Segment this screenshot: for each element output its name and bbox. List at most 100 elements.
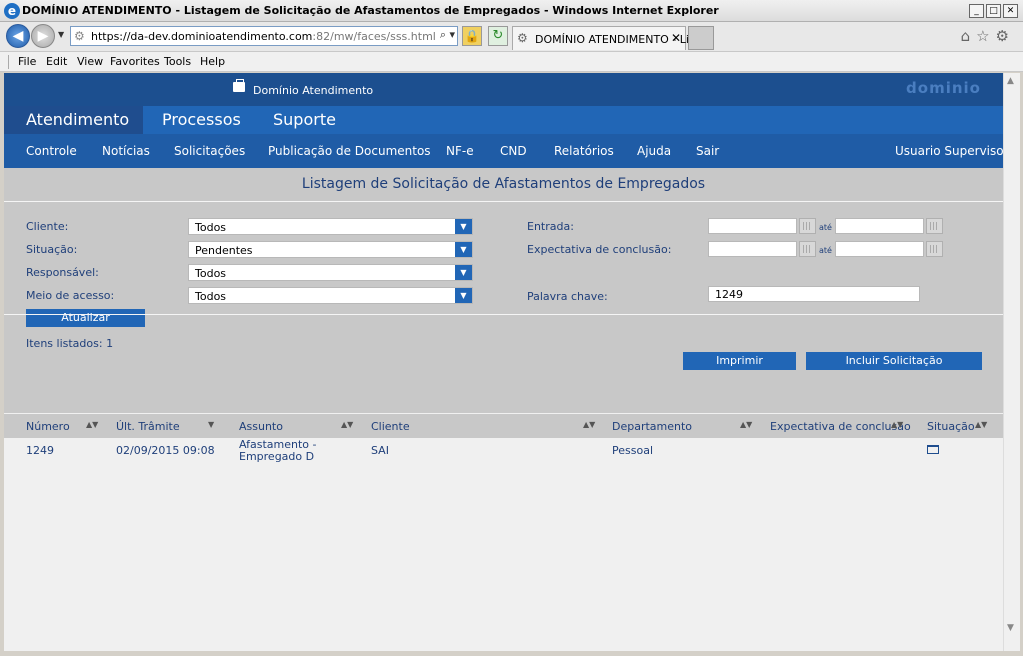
page-content: Domínio Atendimento dominio Atendimento …	[4, 73, 1003, 651]
imprimir-button[interactable]: Imprimir	[683, 352, 796, 370]
menu-view[interactable]: View	[77, 55, 103, 68]
search-dropdown-icon[interactable]: ⌕ ▾	[440, 28, 455, 42]
calendar-icon[interactable]	[926, 218, 943, 234]
subnav-controle[interactable]: Controle	[26, 144, 77, 158]
calendar-icon[interactable]	[926, 241, 943, 257]
forward-button[interactable]: ▶	[31, 24, 55, 48]
meio-select[interactable]: Todos ▼	[188, 287, 473, 304]
address-bar-area: ◀ ▶ ▼ ⚙ https://da-dev.dominioatendiment…	[0, 22, 1023, 52]
history-dropdown-icon[interactable]: ▼	[58, 30, 64, 39]
table-row[interactable]: 1249 02/09/2015 09:08 Afastamento - Empr…	[4, 438, 1003, 464]
subnav-sair[interactable]: Sair	[696, 144, 719, 158]
scroll-down-icon[interactable]: ▼	[1007, 623, 1014, 633]
user-name[interactable]: Usuario Supervisor	[895, 144, 1003, 158]
items-count: Itens listados: 1	[26, 337, 114, 350]
subnav-relatorios[interactable]: Relatórios	[554, 144, 614, 158]
palavra-chave-input[interactable]: 1249	[708, 286, 920, 302]
menu-separator	[8, 55, 10, 69]
sort-icon[interactable]: ▲▼	[975, 420, 987, 429]
chevron-down-icon: ▼	[455, 265, 472, 280]
top-navigation: Atendimento Processos Suporte	[4, 106, 1003, 134]
col-numero[interactable]: Número	[26, 420, 70, 433]
sort-icon[interactable]: ▲▼	[891, 420, 903, 429]
scroll-up-icon[interactable]: ▲	[1007, 76, 1014, 86]
window-title-bar: e DOMÍNIO ATENDIMENTO - Listagem de Soli…	[0, 0, 1023, 22]
menu-favorites[interactable]: Favorites	[110, 55, 160, 68]
menu-edit[interactable]: Edit	[46, 55, 67, 68]
new-tab-button[interactable]	[688, 26, 714, 50]
col-tramite[interactable]: Últ. Trâmite	[116, 420, 180, 433]
ate-label: até	[819, 246, 832, 255]
cell-numero[interactable]: 1249	[26, 445, 54, 457]
subnav-solicitacoes[interactable]: Solicitações	[174, 144, 245, 158]
responsavel-label: Responsável:	[26, 266, 99, 279]
vertical-scrollbar[interactable]: ▲ ▼	[1003, 73, 1020, 651]
sort-icon[interactable]: ▲▼	[341, 420, 353, 429]
expectativa-end-input[interactable]	[835, 241, 924, 257]
subnav-ajuda[interactable]: Ajuda	[637, 144, 671, 158]
menu-bar: File Edit View Favorites Tools Help	[0, 52, 1023, 72]
menu-tools[interactable]: Tools	[164, 55, 191, 68]
incluir-solicitacao-button[interactable]: Incluir Solicitação	[806, 352, 982, 370]
subnav-cnd[interactable]: CND	[500, 144, 527, 158]
cell-tramite: 02/09/2015 09:08	[116, 444, 215, 457]
situacao-label: Situação:	[26, 243, 78, 256]
close-tab-icon[interactable]: ✕	[671, 31, 681, 45]
menu-help[interactable]: Help	[200, 55, 225, 68]
menu-file[interactable]: File	[18, 55, 36, 68]
meio-label: Meio de acesso:	[26, 289, 115, 302]
entrada-label: Entrada:	[527, 220, 574, 233]
refresh-icon[interactable]: ↻	[488, 26, 508, 46]
responsavel-select[interactable]: Todos ▼	[188, 264, 473, 281]
entrada-end-input[interactable]	[835, 218, 924, 234]
cliente-select[interactable]: Todos ▼	[188, 218, 473, 235]
page-title: Listagem de Solicitação de Afastamentos …	[301, 176, 706, 192]
subnav-nfe[interactable]: NF-e	[446, 144, 474, 158]
tab-suporte[interactable]: Suporte	[273, 106, 336, 134]
tab-processos[interactable]: Processos	[162, 106, 241, 134]
situacao-select[interactable]: Pendentes ▼	[188, 241, 473, 258]
browser-tab[interactable]: ⚙ DOMÍNIO ATENDIMENTO - Li... ✕	[512, 26, 699, 50]
atualizar-button[interactable]: Atualizar	[26, 309, 145, 327]
browser-toolbar-icons[interactable]: ⌂☆⚙	[961, 27, 1015, 45]
expectativa-start-input[interactable]	[708, 241, 797, 257]
entrada-start-input[interactable]	[708, 218, 797, 234]
folder-icon[interactable]	[927, 445, 939, 454]
chevron-down-icon: ▼	[455, 242, 472, 257]
tab-atendimento[interactable]: Atendimento	[4, 106, 144, 134]
sub-navigation: Controle Notícias Solicitações Publicaçã…	[4, 134, 1003, 168]
sort-icon[interactable]: ▲▼	[583, 420, 595, 429]
filter-panel: Listagem de Solicitação de Afastamentos …	[4, 168, 1003, 413]
lock-icon[interactable]: 🔒	[462, 26, 482, 46]
ie-logo-icon: e	[4, 3, 20, 19]
close-window-button[interactable]: ✕	[1003, 4, 1018, 18]
window-title: DOMÍNIO ATENDIMENTO - Listagem de Solici…	[22, 4, 719, 17]
calendar-icon[interactable]	[799, 241, 816, 257]
gear-site-icon: ⚙	[74, 29, 85, 43]
sort-icon[interactable]: ▲▼	[86, 420, 98, 429]
minimize-button[interactable]: _	[969, 4, 984, 18]
subnav-noticias[interactable]: Notícias	[102, 144, 150, 158]
chevron-down-icon: ▼	[455, 288, 472, 303]
back-button[interactable]: ◀	[6, 24, 30, 48]
col-cliente[interactable]: Cliente	[371, 420, 410, 433]
palavra-label: Palavra chave:	[527, 290, 608, 303]
subnav-publicacao[interactable]: Publicação de Documentos	[268, 144, 431, 158]
calendar-icon[interactable]	[799, 218, 816, 234]
ate-label: até	[819, 223, 832, 232]
col-departamento[interactable]: Departamento	[612, 420, 692, 433]
divider	[4, 201, 1003, 202]
col-assunto[interactable]: Assunto	[239, 420, 283, 433]
maximize-button[interactable]: □	[986, 4, 1001, 18]
divider	[4, 314, 1003, 315]
sort-desc-icon[interactable]: ▼	[208, 420, 214, 429]
dominio-logo: dominio	[906, 79, 981, 97]
table-header: Número ▲▼ Últ. Trâmite ▼ Assunto ▲▼ Cliente…	[4, 413, 1003, 438]
sort-icon[interactable]: ▲▼	[740, 420, 752, 429]
tab-gear-icon: ⚙	[517, 31, 528, 45]
col-expectativa[interactable]: Expectativa de conclusão	[770, 420, 911, 433]
address-input[interactable]: ⚙ https://da-dev.dominioatendimento.com:…	[70, 26, 458, 46]
col-situacao[interactable]: Situação	[927, 420, 975, 433]
briefcase-icon	[233, 79, 245, 92]
chevron-down-icon: ▼	[455, 219, 472, 234]
